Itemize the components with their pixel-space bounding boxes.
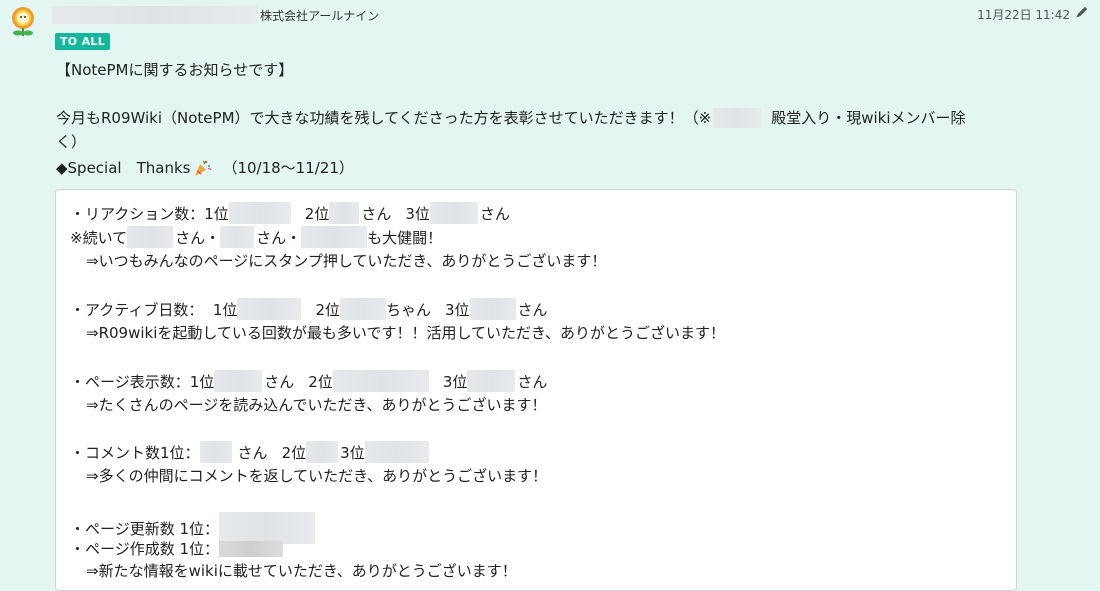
active-days-thanks: ⇒R09wikiを起動している回数が最も多いです！！活用していただき、ありがとう…	[86, 322, 725, 343]
scrollbar[interactable]	[1090, 0, 1100, 572]
thanks-text: ⇒いつもみんなのページにスタンプ押していただき、ありがとうございます！	[86, 252, 607, 270]
rank-3-label: 3位	[340, 443, 365, 462]
note-prefix: ※続いて	[70, 228, 128, 247]
redacted-name	[364, 441, 429, 463]
thanks-text: ⇒多くの仲間にコメントを返していただき、ありがとうございます！	[86, 467, 548, 485]
redacted-name	[329, 202, 360, 224]
page-created-label: ・ページ作成数 1位：	[70, 540, 220, 558]
redacted-name	[228, 202, 291, 224]
page-updates-label: ・ページ更新数 1位：	[70, 519, 220, 538]
page-views-thanks: ⇒たくさんのページを読み込んでいただき、ありがとうございます！	[86, 394, 546, 415]
intro-text: 今月もR09Wiki（NotePM）で大きな功績を残してくださった方を表彰させて…	[56, 109, 712, 127]
party-popper-icon	[195, 159, 212, 176]
redacted-name	[332, 370, 429, 392]
redacted-name	[220, 226, 255, 248]
honorific: さん	[517, 372, 548, 391]
redacted-name	[237, 298, 302, 320]
honorific: さん	[264, 372, 295, 391]
special-thanks-line: ◆Special Thanks （10/18～11/21）	[56, 157, 354, 178]
honorific: さん・	[256, 228, 302, 247]
rank-2-label: 2位	[304, 204, 330, 223]
rank-3-label: 3位	[442, 372, 468, 391]
honorific: さん・	[175, 228, 221, 247]
intro-line-2: く）	[56, 133, 87, 151]
cut-off-line: ⇒新たな情報をwikiに載せていただき、ありがとうございます！	[86, 560, 517, 581]
page-views-line: ・ページ表示数：1位 さん 2位 3位 さん	[70, 370, 547, 392]
reaction-line: ・リアクション数：1位 2位 さん 3位 さん	[70, 202, 510, 224]
honorific: さん	[517, 300, 548, 319]
redacted-name	[339, 298, 386, 320]
reaction-note-line: ※続いて さん・ さん・ も大健闘！	[70, 226, 442, 248]
redacted-name	[199, 441, 232, 463]
intro-line: 今月もR09Wiki（NotePM）で大きな功績を残してくださった方を表彰させて…	[56, 107, 966, 128]
message-heading: 【NotePMに関するお知らせです】	[56, 61, 294, 79]
redacted-name	[467, 370, 516, 392]
company-name: 株式会社アールナイン	[260, 8, 380, 23]
rank-2-label: 2位	[308, 372, 333, 391]
rank-2-label: 2位	[315, 300, 340, 319]
rank-2-label: 2位	[281, 443, 307, 462]
special-thanks-period: （10/18～11/21）	[222, 159, 354, 177]
redacted-name	[469, 298, 516, 320]
comments-thanks: ⇒多くの仲間にコメントを返していただき、ありがとうございます！	[86, 465, 547, 486]
flower-avatar-icon[interactable]	[6, 4, 40, 38]
redacted-name	[713, 107, 762, 128]
comments-line: ・コメント数1位： さん 2位 3位	[70, 441, 429, 463]
rank-3-label: 3位	[445, 300, 470, 319]
page-created-line: ・ページ作成数 1位：	[70, 538, 284, 559]
intro-text-tail: 殿堂入り・現wikiメンバー除	[771, 109, 966, 127]
to-all-badge: TO ALL	[55, 33, 111, 50]
active-days-line: ・アクティブ日数： 1位 2位 ちゃん 3位 さん	[70, 298, 548, 320]
redacted-name	[301, 226, 368, 248]
redacted-name	[429, 202, 478, 224]
honorific: さん	[361, 204, 392, 223]
thanks-text: ⇒R09wikiを起動している回数が最も多いです！！活用していただき、ありがとう…	[86, 324, 725, 342]
honorific: さん	[237, 443, 268, 462]
note-tail: も大健闘！	[367, 228, 443, 247]
redacted-name	[306, 441, 339, 463]
redacted-name	[127, 226, 174, 248]
redacted-name	[214, 370, 263, 392]
active-days-label: ・アクティブ日数： 1位	[70, 300, 238, 319]
ranking-card: ・リアクション数：1位 2位 さん 3位 さん ※続いて さん・ さん・ も大健…	[55, 189, 1017, 591]
sender-name[interactable]: 株式会社アールナイン	[52, 5, 379, 25]
rank-3-label: 3位	[405, 204, 430, 223]
special-thanks-label: ◆Special Thanks	[56, 159, 191, 177]
comments-label: ・コメント数1位：	[70, 443, 200, 462]
honorific: さん	[479, 204, 510, 223]
reaction-label: ・リアクション数：1位	[70, 204, 229, 223]
redacted-name	[52, 6, 258, 24]
reaction-thanks: ⇒いつもみんなのページにスタンプ押していただき、ありがとうございます！	[86, 250, 606, 271]
pencil-icon[interactable]	[1074, 4, 1090, 20]
chat-message: 株式会社アールナイン 11月22日 11:42 TO ALL 【NotePMに関…	[0, 0, 1100, 591]
honorific: ちゃん	[385, 300, 431, 319]
redacted-name	[219, 540, 284, 557]
page-views-label: ・ページ表示数：1位	[70, 372, 215, 391]
message-timestamp: 11月22日 11:42	[977, 8, 1070, 22]
thanks-text: ⇒たくさんのページを読み込んでいただき、ありがとうございます！	[86, 396, 547, 414]
thanks-text: ⇒新たな情報をwikiに載せていただき、ありがとうございます！	[86, 562, 517, 580]
